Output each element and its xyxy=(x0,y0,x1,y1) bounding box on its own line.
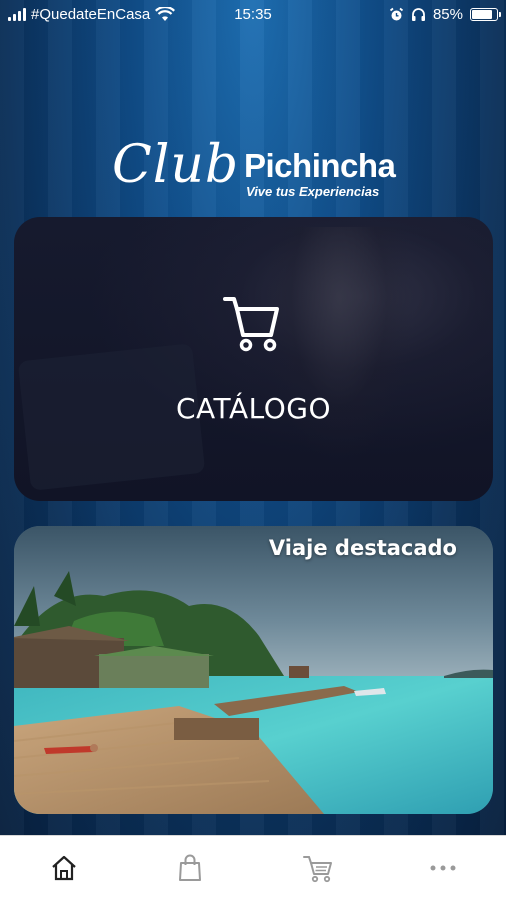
logo-tagline: Vive tus Experiencias xyxy=(246,184,380,199)
battery-level xyxy=(472,10,493,19)
nav-shop[interactable] xyxy=(170,850,210,886)
app-background: #QuedateEnCasa 15:35 85% Club Pichincha … xyxy=(0,0,506,835)
featured-trip-photo xyxy=(14,526,493,814)
more-icon xyxy=(430,865,456,871)
status-right: 85% xyxy=(389,6,501,23)
home-icon xyxy=(52,855,76,881)
featured-trip-label: Viaje destacado xyxy=(268,536,457,560)
nav-more[interactable] xyxy=(423,850,463,886)
shopping-cart-icon xyxy=(223,297,279,352)
nav-home[interactable] xyxy=(44,850,84,886)
battery-icon xyxy=(470,8,501,21)
status-bar: #QuedateEnCasa 15:35 85% xyxy=(0,0,506,30)
catalog-label: CATÁLOGO xyxy=(176,392,331,425)
featured-trip-card[interactable]: Viaje destacado xyxy=(14,526,493,814)
logo-brand-text: Pichincha xyxy=(244,147,396,184)
catalog-background-photo xyxy=(264,227,414,467)
shopping-cart-icon xyxy=(303,856,332,883)
shopping-bag-icon xyxy=(179,854,201,881)
alarm-icon xyxy=(389,7,404,21)
nav-cart[interactable] xyxy=(298,850,338,886)
battery-percent: 85% xyxy=(432,6,463,23)
club-pichincha-logo: Club Pichincha Vive tus Experiencias xyxy=(112,135,402,205)
catalog-card[interactable]: CATÁLOGO xyxy=(14,217,493,501)
logo-club-text: Club xyxy=(112,135,240,195)
bottom-nav xyxy=(0,835,506,900)
headphones-icon xyxy=(411,8,425,21)
